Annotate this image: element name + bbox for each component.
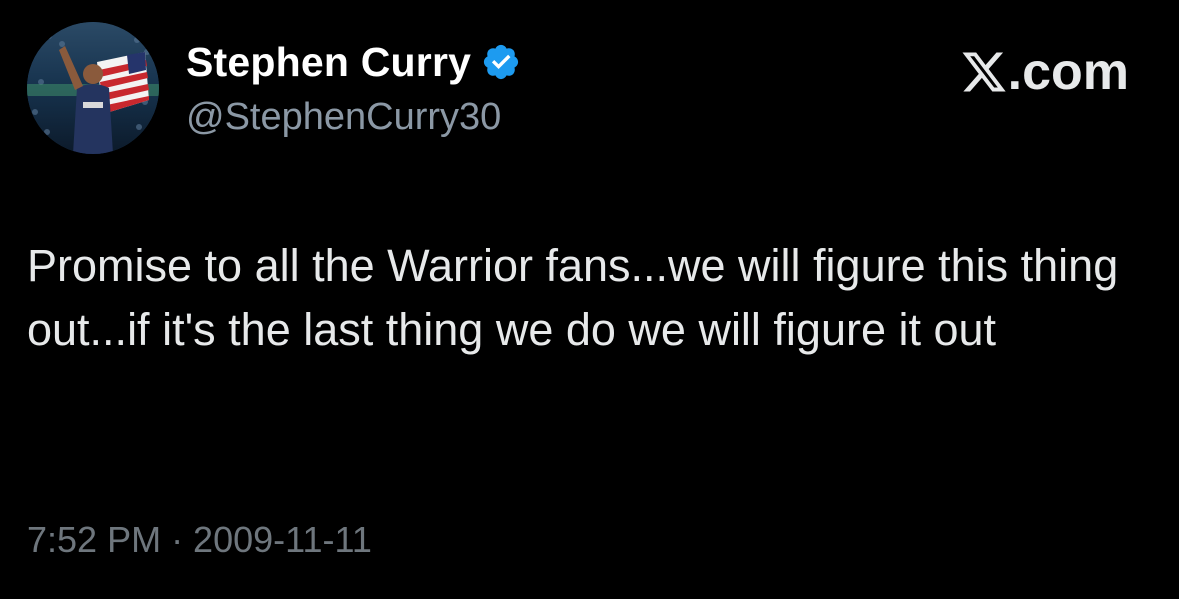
tweet-card: Stephen Curry @StephenCurry30 .com Promi… [0,0,1179,599]
author-name-row: Stephen Curry [186,36,521,88]
brand-domain-text: .com [1007,43,1129,101]
brand-watermark: .com [960,42,1129,102]
display-name[interactable]: Stephen Curry [186,36,471,88]
verified-badge-icon [481,42,521,82]
avatar-image [27,22,159,154]
avatar[interactable] [27,22,159,154]
x-logo-icon [960,48,1008,96]
author-handle[interactable]: @StephenCurry30 [186,94,501,140]
tweet-text: Promise to all the Warrior fans...we wil… [27,240,1119,355]
tweet-timestamp[interactable]: 7:52 PM · 2009-11-11 [27,518,372,562]
